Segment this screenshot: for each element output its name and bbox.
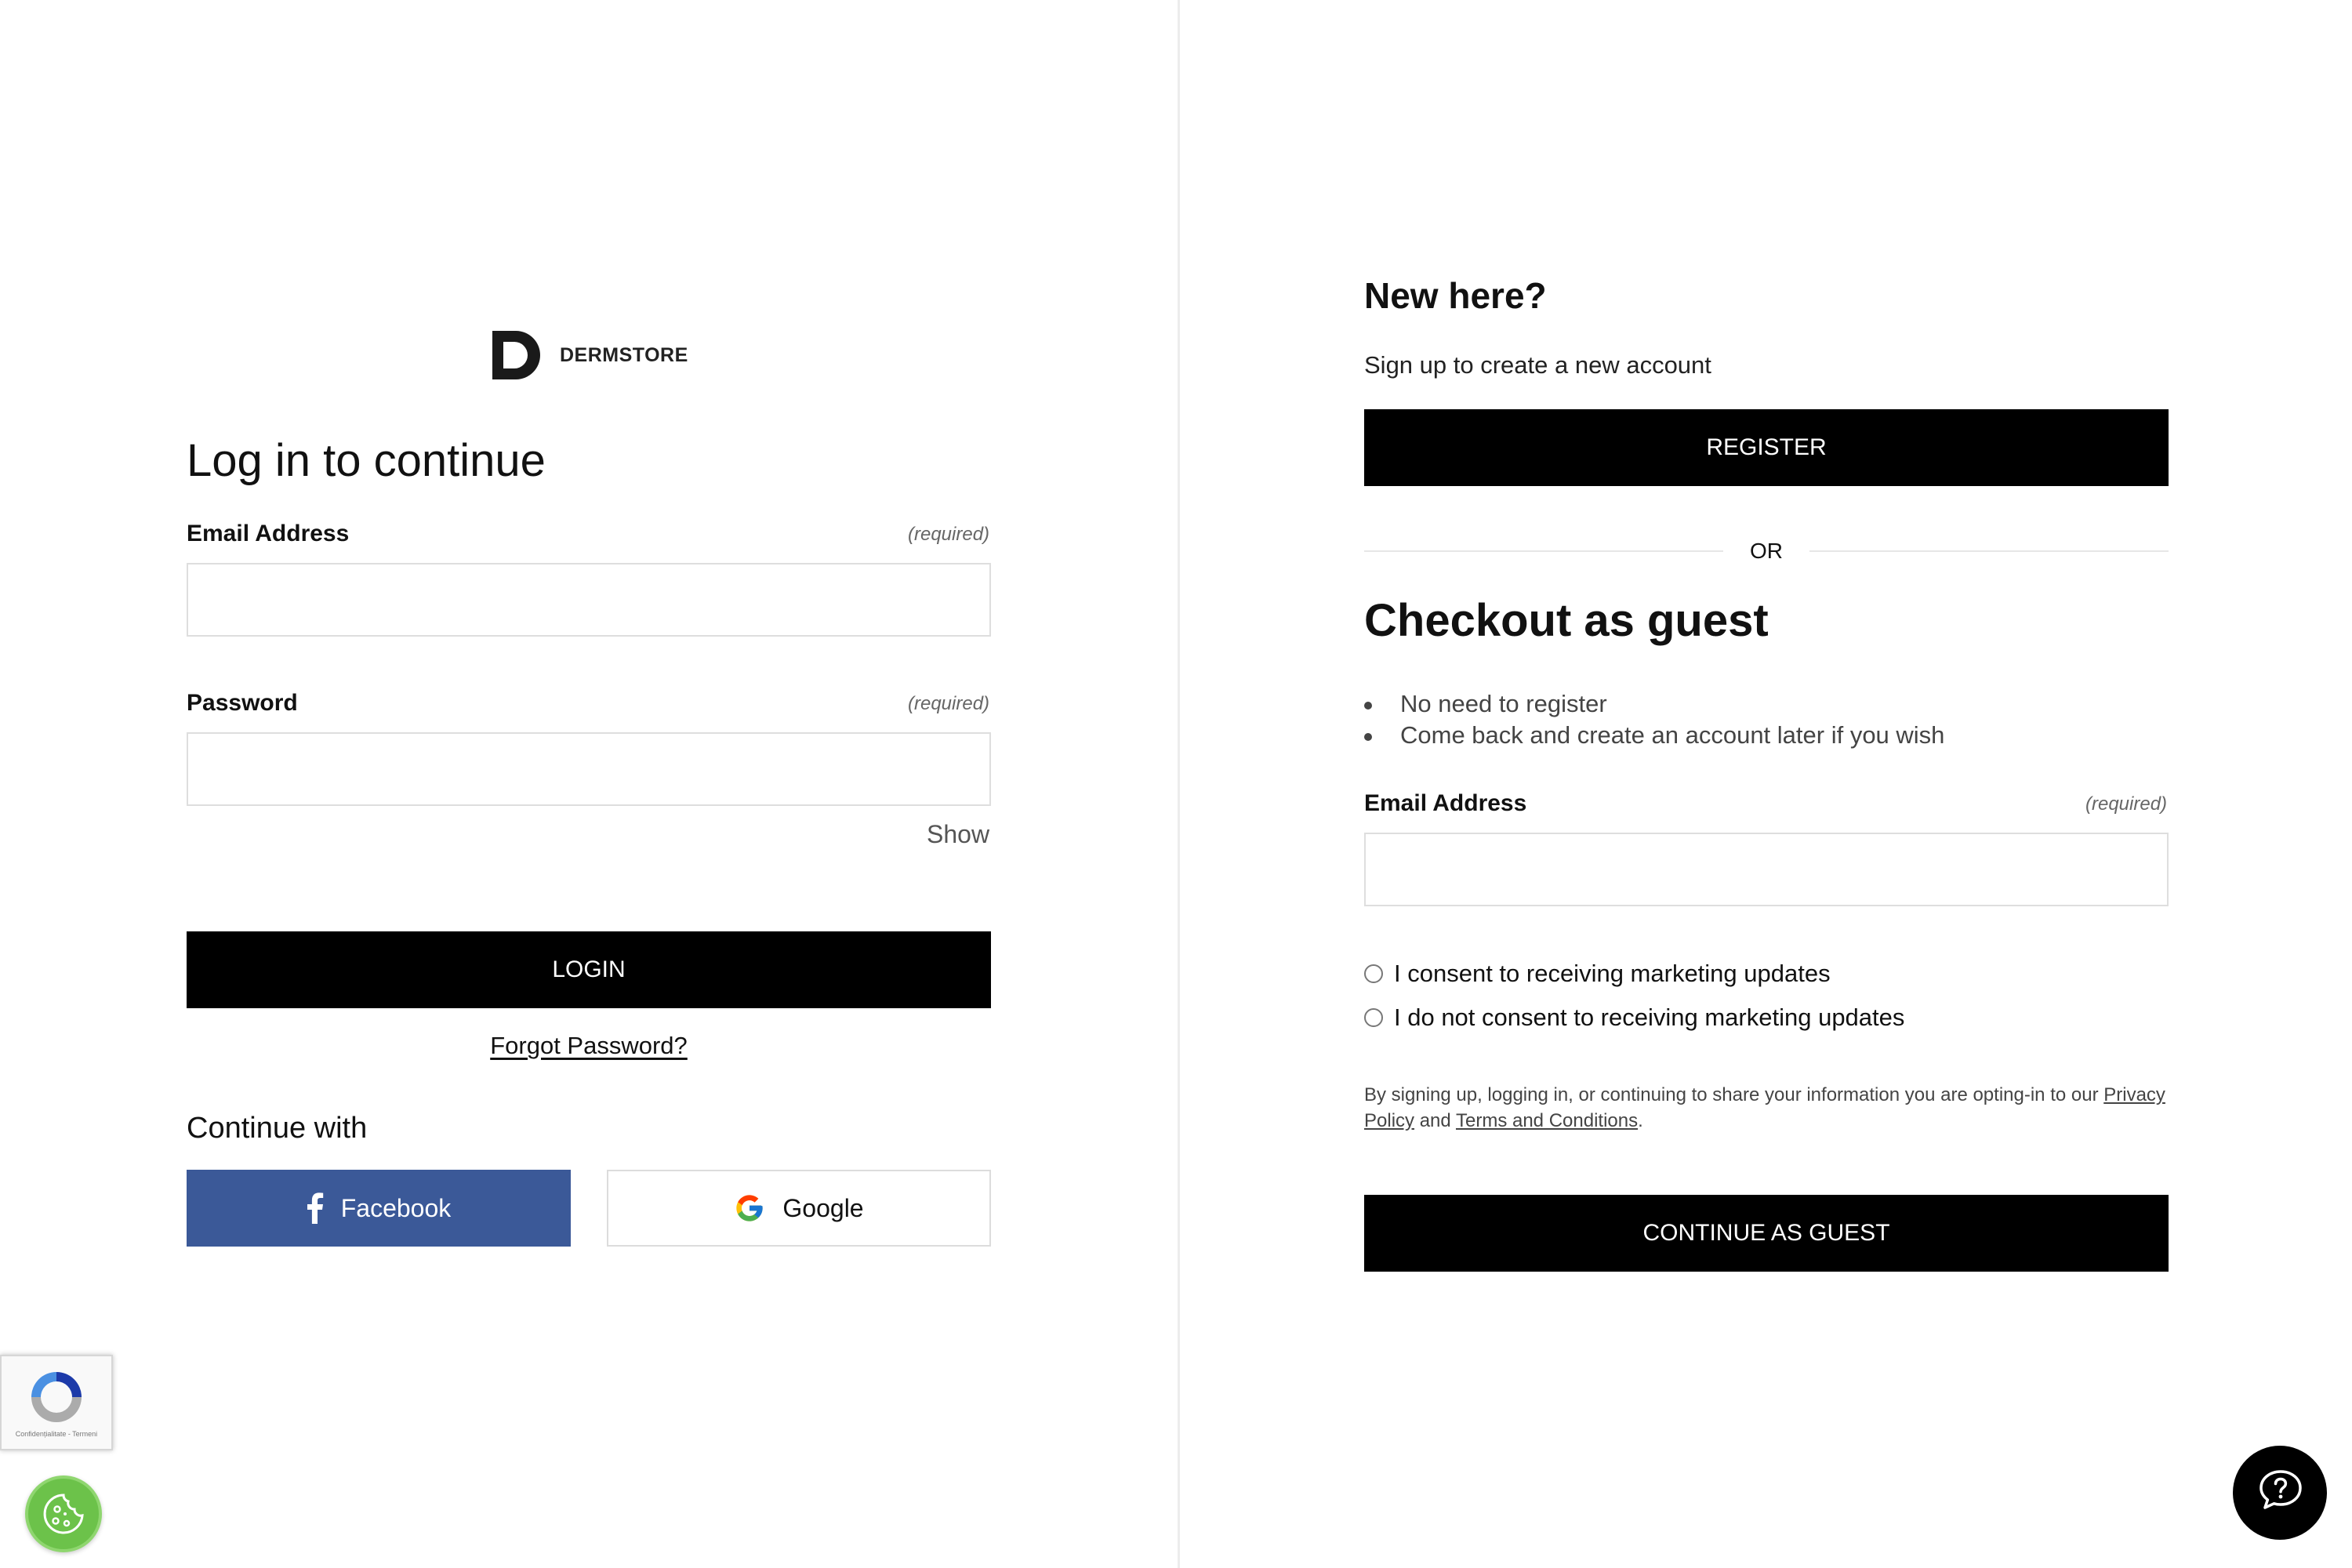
legal-suffix: . <box>1638 1110 1643 1131</box>
consent-yes-label: I consent to receiving marketing updates <box>1394 960 1831 987</box>
login-button[interactable]: LOGIN <box>187 931 991 1008</box>
help-chat-icon <box>2259 1470 2302 1509</box>
list-item: Come back and create an account later if… <box>1364 720 1944 751</box>
panel-divider <box>1178 0 1180 1568</box>
continue-as-guest-button[interactable]: CONTINUE AS GUEST <box>1364 1195 2169 1272</box>
login-email-label: Email Address <box>187 521 350 546</box>
guest-benefits-list: No need to register Come back and create… <box>1364 688 1944 751</box>
facebook-login-button[interactable]: Facebook <box>187 1170 571 1247</box>
brand-logo[interactable]: DERMSTORE <box>492 331 688 379</box>
brand-name: DERMSTORE <box>560 343 688 366</box>
google-icon <box>734 1192 765 1224</box>
forgot-password-link[interactable]: Forgot Password? <box>490 1032 688 1059</box>
show-password-toggle[interactable]: Show <box>927 820 989 849</box>
password-input[interactable] <box>187 732 991 806</box>
login-email-required: (required) <box>908 524 990 545</box>
cookie-settings-button[interactable] <box>25 1475 102 1552</box>
legal-notice: By signing up, logging in, or continuing… <box>1364 1082 2180 1134</box>
consent-no-option[interactable]: I do not consent to receiving marketing … <box>1364 1004 1904 1032</box>
password-label: Password <box>187 690 298 716</box>
login-email-input[interactable] <box>187 563 991 637</box>
guest-email-required: (required) <box>2085 793 2168 815</box>
recaptcha-text: Confidențialitate - Termeni <box>15 1430 98 1438</box>
consent-no-label: I do not consent to receiving marketing … <box>1394 1004 1905 1031</box>
guest-email-label: Email Address <box>1364 790 1527 816</box>
consent-yes-option[interactable]: I consent to receiving marketing updates <box>1364 960 1831 988</box>
guest-heading: Checkout as guest <box>1364 595 1769 646</box>
or-line-left <box>1364 550 1723 552</box>
cookie-icon <box>43 1494 84 1534</box>
recaptcha-icon <box>31 1372 82 1422</box>
help-chat-button[interactable] <box>2233 1446 2327 1540</box>
google-login-button[interactable]: Google <box>607 1170 991 1247</box>
or-text: OR <box>1750 539 1783 563</box>
recaptcha-badge[interactable]: Confidențialitate - Termeni <box>0 1355 113 1450</box>
password-required: (required) <box>908 693 990 714</box>
facebook-icon <box>307 1192 324 1224</box>
legal-prefix: By signing up, logging in, or continuing… <box>1364 1084 2104 1105</box>
legal-and: and <box>1414 1110 1456 1131</box>
consent-no-radio[interactable] <box>1364 1008 1383 1027</box>
facebook-label: Facebook <box>340 1193 452 1222</box>
register-button[interactable]: REGISTER <box>1364 409 2169 486</box>
forgot-password-link-wrap: Forgot Password? <box>187 1032 991 1060</box>
continue-with-heading: Continue with <box>187 1112 368 1145</box>
google-label: Google <box>782 1193 864 1222</box>
new-here-heading: New here? <box>1364 275 1547 316</box>
guest-email-input[interactable] <box>1364 833 2169 906</box>
consent-yes-radio[interactable] <box>1364 964 1383 983</box>
list-item: No need to register <box>1364 688 1944 720</box>
or-divider: OR <box>1364 538 2169 564</box>
dermstore-d-logo-icon <box>492 331 540 379</box>
login-heading: Log in to continue <box>187 435 546 486</box>
register-subtext: Sign up to create a new account <box>1364 351 1711 379</box>
or-line-right <box>1809 550 2169 552</box>
terms-link[interactable]: Terms and Conditions <box>1456 1110 1638 1131</box>
